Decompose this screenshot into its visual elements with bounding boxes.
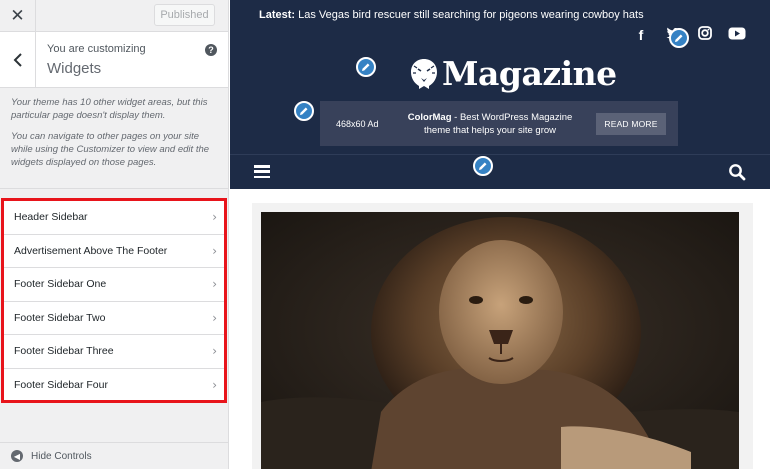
youtube-icon[interactable]: [728, 27, 746, 43]
latest-label: Latest:: [259, 9, 296, 21]
description-paragraph: You can navigate to other pages on your …: [11, 131, 210, 168]
ad-brand: ColorMag: [407, 111, 452, 123]
facebook-icon[interactable]: f: [632, 27, 650, 43]
back-icon[interactable]: [0, 32, 36, 88]
ad-description: ColorMag - Best WordPress Magazine theme…: [400, 111, 580, 137]
customizer-sidebar: ✕ Published You are customizing Widgets …: [0, 0, 229, 469]
close-icon[interactable]: ✕: [0, 0, 36, 31]
site-logo[interactable]: Magazine: [406, 54, 617, 93]
section-title: Widgets: [47, 60, 102, 77]
featured-image-lion[interactable]: [261, 212, 739, 469]
edit-shortcut-icon[interactable]: [473, 156, 493, 176]
site-preview: Latest: Las Vegas bird rescuer still sea…: [230, 0, 770, 469]
section-description: Your theme has 10 other widget areas, bu…: [0, 88, 228, 169]
customizing-label: You are customizing: [47, 43, 146, 55]
site-header: Latest: Las Vegas bird rescuer still sea…: [230, 0, 770, 189]
edit-shortcut-icon[interactable]: [294, 101, 314, 121]
lion-logo-icon: [411, 58, 437, 89]
section-header: You are customizing Widgets ?: [0, 32, 228, 88]
menu-icon[interactable]: [254, 165, 270, 178]
hide-controls-button[interactable]: ◀ Hide Controls: [0, 442, 229, 469]
collapse-icon: ◀: [11, 450, 23, 462]
edit-shortcut-icon[interactable]: [669, 28, 689, 48]
read-more-button[interactable]: READ MORE: [596, 112, 666, 135]
edit-shortcut-icon[interactable]: [356, 57, 376, 77]
site-title[interactable]: Magazine: [442, 54, 617, 93]
description-paragraph: Your theme has 10 other widget areas, bu…: [11, 97, 208, 121]
header-advertisement[interactable]: 468x60 Ad ColorMag - Best WordPress Maga…: [320, 101, 678, 146]
instagram-icon[interactable]: [696, 26, 714, 43]
customizer-header: ✕ Published: [0, 0, 228, 32]
search-icon[interactable]: [728, 163, 746, 181]
help-icon[interactable]: ?: [205, 44, 217, 56]
ad-size-label: 468x60 Ad: [336, 118, 379, 129]
highlight-annotation-box: [1, 198, 227, 403]
social-links: f: [632, 26, 746, 43]
breaking-news-bar: Latest: Las Vegas bird rescuer still sea…: [259, 9, 644, 21]
primary-navigation: [230, 154, 770, 189]
hide-controls-label: Hide Controls: [31, 450, 92, 462]
divider: [0, 188, 229, 189]
published-button[interactable]: Published: [154, 4, 215, 26]
latest-headline[interactable]: Las Vegas bird rescuer still searching f…: [298, 9, 643, 21]
